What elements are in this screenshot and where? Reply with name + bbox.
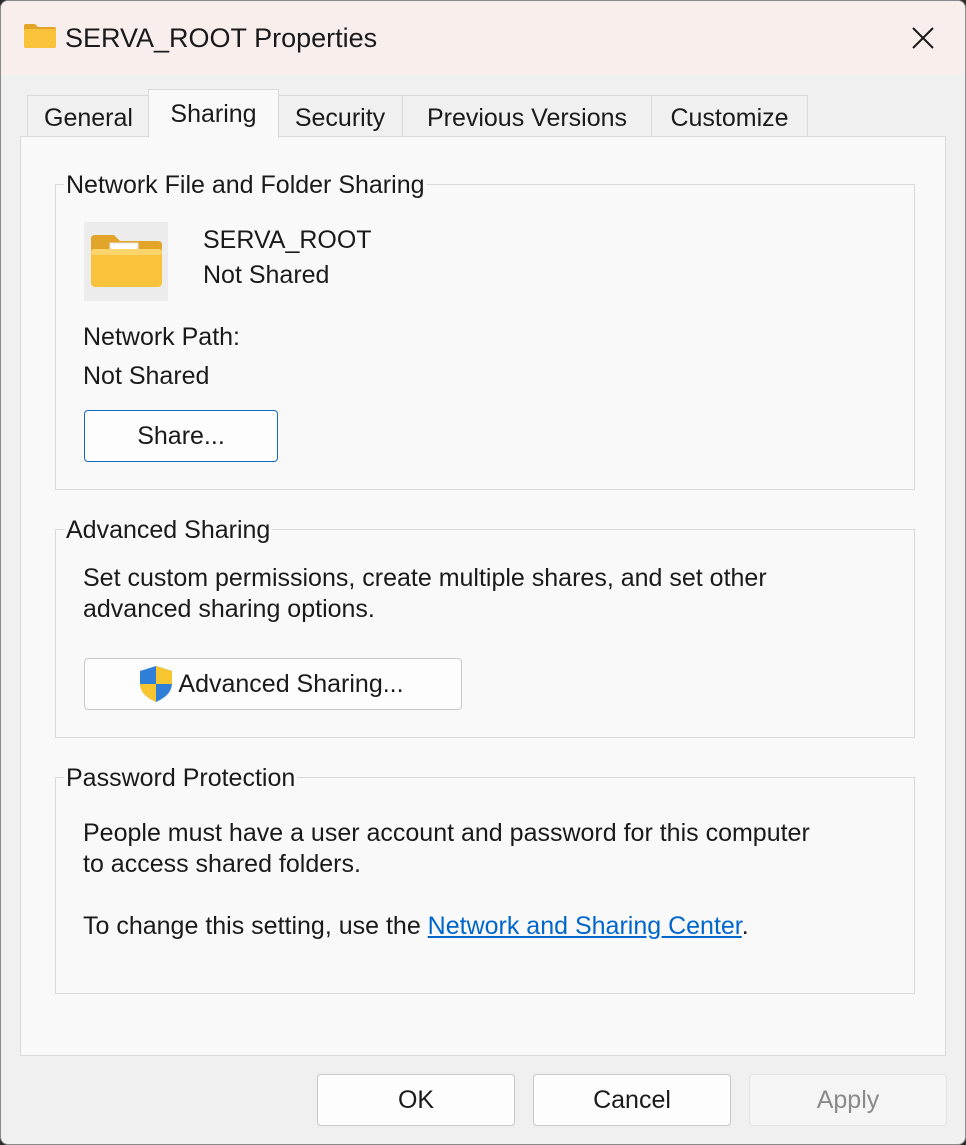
- window-title: SERVA_ROOT Properties: [65, 23, 378, 53]
- close-icon: [912, 27, 934, 49]
- uac-shield-icon: [140, 666, 173, 702]
- cancel-button[interactable]: Cancel: [533, 1074, 731, 1126]
- password-protection-description-line1: People must have a user account and pass…: [83, 819, 810, 847]
- tab-general[interactable]: General: [27, 95, 150, 137]
- advanced-sharing-group: Advanced Sharing Set custom permissions,…: [55, 515, 915, 738]
- tab-previous-versions[interactable]: Previous Versions: [402, 95, 652, 137]
- advanced-sharing-description-line1: Set custom permissions, create multiple …: [83, 564, 767, 592]
- change-setting-suffix: .: [741, 912, 749, 940]
- network-sharing-legend: Network File and Folder Sharing: [64, 170, 427, 200]
- network-path-label: Network Path:: [83, 323, 241, 351]
- close-button[interactable]: [881, 1, 965, 75]
- title-bar[interactable]: SERVA_ROOT Properties: [1, 1, 965, 75]
- advanced-sharing-button[interactable]: Advanced Sharing...: [84, 658, 462, 710]
- network-sharing-center-link[interactable]: Network and Sharing Center: [428, 912, 742, 940]
- share-button[interactable]: Share...: [84, 410, 278, 462]
- ok-button[interactable]: OK: [317, 1074, 515, 1126]
- advanced-sharing-description-line2: advanced sharing options.: [83, 595, 375, 623]
- tab-customize[interactable]: Customize: [651, 95, 808, 137]
- advanced-sharing-button-label: Advanced Sharing...: [178, 669, 404, 698]
- network-path-value: Not Shared: [83, 362, 210, 390]
- password-protection-description-line2: to access shared folders.: [83, 850, 361, 878]
- password-protection-group: Password Protection People must have a u…: [55, 763, 915, 994]
- apply-button[interactable]: Apply: [749, 1074, 947, 1126]
- change-setting-text: To change this setting, use the Network …: [83, 911, 749, 942]
- sharing-tab-page: Network File and Folder Sharing SERVA_RO…: [20, 136, 946, 1056]
- tab-strip: General Sharing Security Previous Versio…: [23, 89, 923, 138]
- tab-security[interactable]: Security: [277, 95, 403, 137]
- tab-sharing[interactable]: Sharing: [148, 89, 279, 138]
- password-protection-legend: Password Protection: [64, 763, 298, 793]
- shared-folder-icon: [84, 222, 168, 301]
- change-setting-prefix: To change this setting, use the: [83, 912, 428, 940]
- properties-dialog: SERVA_ROOT Properties General Sharing Se…: [0, 0, 966, 1145]
- folder-icon: [24, 24, 56, 48]
- advanced-sharing-legend: Advanced Sharing: [64, 515, 273, 545]
- folder-name: SERVA_ROOT: [203, 226, 372, 254]
- network-sharing-group: Network File and Folder Sharing SERVA_RO…: [55, 170, 915, 490]
- folder-share-status: Not Shared: [203, 261, 330, 289]
